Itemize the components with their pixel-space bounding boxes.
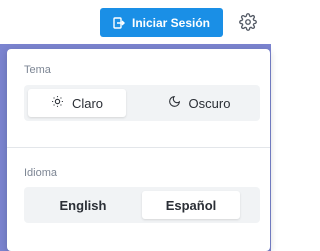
theme-option-light[interactable]: Claro <box>28 89 126 117</box>
language-option-spanish-label: Español <box>165 197 217 213</box>
top-bar: Iniciar Sesión <box>0 0 271 44</box>
theme-option-dark-label: Oscuro <box>188 95 231 111</box>
login-label: Iniciar Sesión <box>131 15 211 30</box>
language-option-spanish[interactable]: Español <box>142 191 240 219</box>
login-icon <box>113 16 125 29</box>
theme-label: Tema <box>24 64 51 76</box>
language-option-english-label: English <box>59 197 107 213</box>
theme-toggle: Claro Oscuro <box>24 85 260 121</box>
language-option-english[interactable]: English <box>28 191 138 219</box>
theme-option-light-label: Claro <box>71 95 104 111</box>
gear-icon[interactable] <box>239 13 257 31</box>
moon-icon <box>168 95 181 111</box>
settings-panel: Tema Claro Oscuro Idioma English Español <box>7 49 270 251</box>
sun-icon <box>51 95 64 111</box>
language-label: Idioma <box>24 167 58 179</box>
theme-option-dark[interactable]: Oscuro <box>142 89 256 117</box>
login-button[interactable]: Iniciar Sesión <box>100 8 223 37</box>
section-divider <box>7 147 270 148</box>
language-toggle: English Español <box>24 187 260 223</box>
